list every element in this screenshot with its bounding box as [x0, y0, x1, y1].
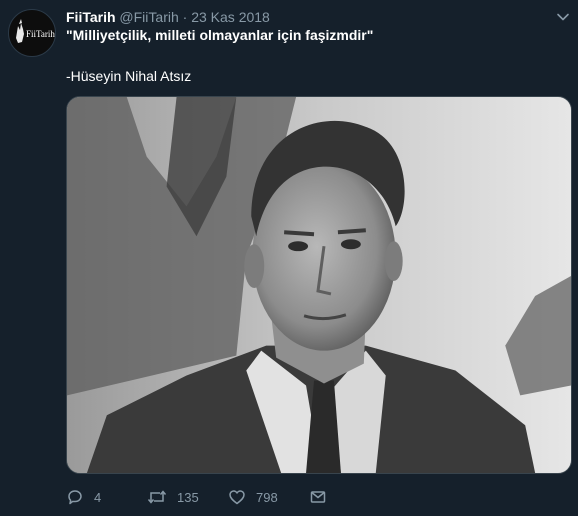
tweet-quote: "Milliyetçilik, milleti olmayanlar için … [66, 27, 374, 43]
tweet-attribution: -Hüseyin Nihal Atsız [66, 68, 192, 84]
author-name[interactable]: FiiTarih [66, 9, 116, 25]
chevron-down-icon [557, 13, 569, 21]
direct-message-button[interactable] [309, 488, 327, 506]
avatar-logo-text: FiiTarih [26, 29, 55, 39]
portrait-image [67, 97, 571, 473]
more-options-button[interactable] [556, 10, 570, 24]
like-count: 798 [256, 489, 278, 505]
author-handle[interactable]: @FiiTarih [119, 9, 178, 25]
tweet-header: FiiTarih @FiiTarih · 23 Kas 2018 [66, 8, 270, 26]
retweet-button[interactable]: 135 [147, 488, 228, 506]
fiitarih-logo: FiiTarih [16, 19, 55, 43]
avatar[interactable]: FiiTarih [8, 9, 56, 57]
retweet-count: 135 [177, 489, 199, 505]
envelope-icon [310, 491, 326, 503]
like-button[interactable]: 798 [228, 488, 309, 506]
tweet-date[interactable]: 23 Kas 2018 [191, 9, 270, 25]
comment-icon [68, 490, 82, 505]
reply-button[interactable]: 4 [66, 488, 147, 506]
reply-count: 4 [94, 489, 102, 505]
separator-dot: · [182, 9, 188, 25]
tweet-photo[interactable] [66, 96, 572, 474]
retweet-icon [147, 490, 167, 504]
heart-icon [229, 490, 245, 505]
tweet-actions: 4 135 798 [66, 486, 327, 508]
